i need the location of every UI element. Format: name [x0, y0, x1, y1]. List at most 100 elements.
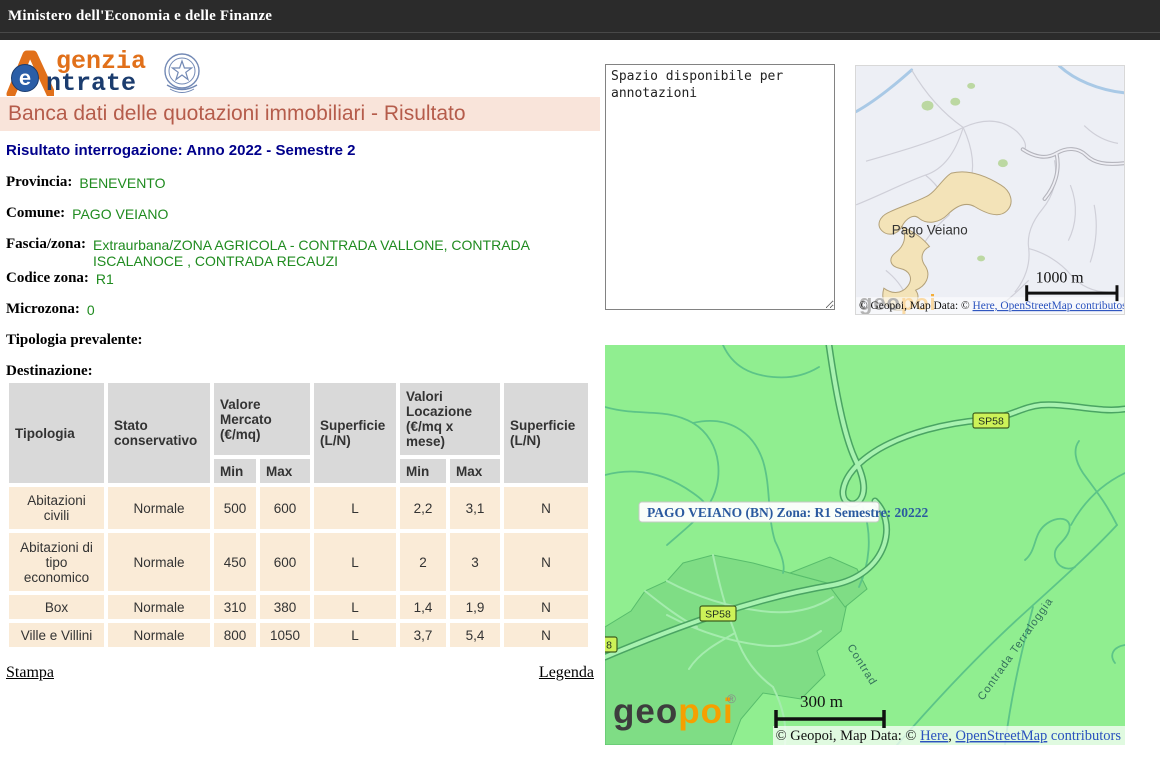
table-row: Box Normale 310 380 L 1,4 1,9 N [9, 595, 588, 619]
field-codice-zona: Codice zona: R1 [6, 270, 602, 287]
cell-sup2: N [504, 533, 588, 591]
col-header-vl-min: Min [400, 459, 446, 483]
col-header-stato: Stato conservativo [108, 383, 210, 483]
attribution-links[interactable]: Here, OpenStreetMap contributo [973, 300, 1123, 312]
cell-vl-max: 3 [450, 533, 500, 591]
field-microzona: Microzona: 0 [6, 301, 602, 318]
field-destinazione-label: Destinazione: [6, 363, 93, 380]
annotations-textarea[interactable]: Spazio disponibile per annotazioni [605, 64, 835, 310]
cell-vm-min: 450 [214, 533, 256, 591]
ministry-topbar-inner: Ministero dell'Economia e delle Finanze [0, 0, 1160, 33]
col-header-vl-max: Max [450, 459, 500, 483]
scale-label: 1000 m [1036, 269, 1085, 286]
zone-label: PAGO VEIANO (BN) Zona: R1 Semestre: 2022… [639, 502, 928, 522]
logo-e-letter: e [19, 69, 32, 92]
table-row: Ville e Villini Normale 800 1050 L 3,7 5… [9, 623, 588, 647]
cell-vl-max: 5,4 [450, 623, 500, 647]
map-attribution: © Geopoi, Map Data: © Here, OpenStreetMa… [776, 728, 1122, 744]
overview-map[interactable]: Pago Veiano geopoi © Geopoi, Map Data: ©… [855, 65, 1125, 315]
cell-stato: Normale [108, 533, 210, 591]
field-microzona-label: Microzona: [6, 301, 80, 318]
agency-logo-text: genzia ntrate [46, 51, 146, 95]
field-fascia-zona-label: Fascia/zona: [6, 236, 86, 253]
result-heading: Risultato interrogazione: Anno 2022 - Se… [6, 142, 602, 159]
ministry-topbar: Ministero dell'Economia e delle Finanze [0, 0, 1160, 40]
legenda-link[interactable]: Legenda [539, 664, 594, 682]
svg-text:SP58: SP58 [978, 416, 1004, 428]
cell-vm-max: 600 [260, 533, 310, 591]
cell-sup1: L [314, 595, 396, 619]
col-header-superficie-1: Superficie (L/N) [314, 383, 396, 483]
agency-name-line2: ntrate [46, 73, 146, 95]
result-info: Risultato interrogazione: Anno 2022 - Se… [6, 142, 602, 394]
cell-stato: Normale [108, 487, 210, 529]
svg-text:8: 8 [606, 640, 612, 652]
cell-tipologia: Ville e Villini [9, 623, 104, 647]
cell-sup2: N [504, 487, 588, 529]
field-codice-zona-label: Codice zona: [6, 270, 89, 287]
field-tipologia-prevalente-label: Tipologia prevalente: [6, 332, 143, 349]
ministry-title: Ministero dell'Economia e delle Finanze [0, 8, 272, 25]
road-badge-partial: 8 [605, 637, 617, 652]
field-fascia-zona: Fascia/zona: Extraurbana/ZONA AGRICOLA -… [6, 236, 602, 269]
cell-vm-min: 310 [214, 595, 256, 619]
field-codice-zona-value: R1 [96, 270, 114, 287]
cell-vl-min: 2 [400, 533, 446, 591]
cell-sup2: N [504, 623, 588, 647]
scale-label: 300 m [800, 692, 843, 711]
cell-sup1: L [314, 533, 396, 591]
zone-map[interactable]: SP58 SP58 8 Contrada Terraloggia Contrad… [605, 345, 1125, 745]
cell-stato: Normale [108, 595, 210, 619]
col-header-vm-max: Max [260, 459, 310, 483]
road-badge-sp58-east: SP58 [973, 413, 1009, 428]
field-fascia-zona-value: Extraurbana/ZONA AGRICOLA - CONTRADA VAL… [93, 236, 593, 269]
cell-tipologia: Box [9, 595, 104, 619]
agency-logo: e genzia ntrate [6, 50, 204, 96]
here-link[interactable]: Here [920, 728, 948, 744]
field-destinazione: Destinazione: [6, 363, 602, 380]
cell-vl-max: 1,9 [450, 595, 500, 619]
field-comune-value: PAGO VEIANO [72, 205, 168, 222]
cell-vm-max: 600 [260, 487, 310, 529]
svg-text:geopoi: geopoi [613, 692, 734, 731]
openstreetmap-link[interactable]: OpenStreetMap [955, 728, 1047, 744]
cell-vl-min: 2,2 [400, 487, 446, 529]
geopoi-registered-mark: ® [727, 692, 736, 706]
cell-tipologia: Abitazioni civili [9, 487, 104, 529]
svg-text:SP58: SP58 [705, 609, 731, 621]
col-header-tipologia: Tipologia [9, 383, 104, 483]
cell-stato: Normale [108, 623, 210, 647]
cell-sup1: L [314, 623, 396, 647]
field-tipologia-prevalente: Tipologia prevalente: [6, 332, 602, 349]
page-title-banner: Banca dati delle quotazioni immobiliari … [0, 97, 600, 131]
geopoi-logo: geopoi ® [613, 692, 736, 731]
col-header-superficie-2: Superficie (L/N) [504, 383, 588, 483]
cell-sup2: N [504, 595, 588, 619]
table-row: Abitazioni di tipo economico Normale 450… [9, 533, 588, 591]
italy-emblem-icon [160, 50, 204, 96]
svg-text:PAGO VEIANO (BN) Zona: R1 Seme: PAGO VEIANO (BN) Zona: R1 Semestre: 2022… [647, 505, 928, 520]
col-header-vm-min: Min [214, 459, 256, 483]
quotations-table: Tipologia Stato conservativo Valore Merc… [5, 379, 592, 651]
cell-vm-min: 800 [214, 623, 256, 647]
field-microzona-value: 0 [87, 301, 95, 318]
field-comune-label: Comune: [6, 205, 65, 222]
cell-tipologia: Abitazioni di tipo economico [9, 533, 104, 591]
table-links-row: Stampa Legenda [6, 664, 594, 682]
col-header-valori-locazione: Valori Locazione (€/mq x mese) [400, 383, 500, 455]
cell-vl-min: 1,4 [400, 595, 446, 619]
cell-vm-max: 380 [260, 595, 310, 619]
field-provincia-label: Provincia: [6, 174, 72, 191]
table-header-row-1: Tipologia Stato conservativo Valore Merc… [9, 383, 588, 455]
cell-vl-max: 3,1 [450, 487, 500, 529]
table-row: Abitazioni civili Normale 500 600 L 2,2 … [9, 487, 588, 529]
stampa-link[interactable]: Stampa [6, 664, 54, 682]
cell-vm-min: 500 [214, 487, 256, 529]
cell-sup1: L [314, 487, 396, 529]
field-provincia: Provincia: BENEVENTO [6, 174, 602, 191]
field-comune: Comune: PAGO VEIANO [6, 205, 602, 222]
field-provincia-value: BENEVENTO [79, 174, 165, 191]
col-header-valore-mercato: Valore Mercato (€/mq) [214, 383, 310, 455]
cell-vl-min: 3,7 [400, 623, 446, 647]
road-badge-sp58-town: SP58 [700, 606, 736, 621]
